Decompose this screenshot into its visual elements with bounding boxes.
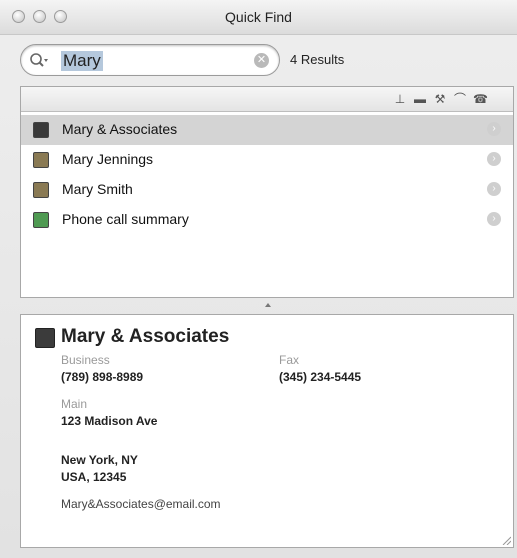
- address-line-3[interactable]: USA, 12345: [61, 470, 126, 484]
- search-icon[interactable]: [29, 52, 49, 70]
- address-line-1[interactable]: 123 Madison Ave: [61, 414, 157, 428]
- collapse-triangle-icon[interactable]: [265, 303, 271, 307]
- list-item[interactable]: Mary & Associates ›: [21, 115, 513, 145]
- go-arrow-icon[interactable]: ›: [487, 122, 501, 136]
- result-label: Phone call summary: [62, 211, 189, 227]
- hat-filter-icon[interactable]: ⌒: [453, 92, 467, 106]
- business-icon: [35, 328, 55, 348]
- business-phone[interactable]: (789) 898-8989: [61, 370, 143, 384]
- person-icon: [33, 182, 49, 198]
- list-item[interactable]: Mary Smith ›: [21, 175, 513, 205]
- person-filter-icon[interactable]: ⊥: [393, 92, 407, 106]
- search-input[interactable]: Mary: [61, 51, 103, 71]
- business-filter-icon[interactable]: ▬: [413, 92, 427, 106]
- quick-find-window: Quick Find Mary ✕ 4 Results ⊥ ▬ ⚒ ⌒ ☎ Ma…: [0, 0, 517, 558]
- result-label: Mary Jennings: [62, 151, 154, 167]
- clear-search-icon[interactable]: ✕: [254, 53, 269, 68]
- window-title: Quick Find: [225, 9, 292, 25]
- go-arrow-icon[interactable]: ›: [487, 152, 501, 166]
- detail-panel: Mary & Associates Business (789) 898-898…: [20, 314, 514, 548]
- phone-filter-icon[interactable]: ☎: [473, 92, 488, 106]
- go-arrow-icon[interactable]: ›: [487, 182, 501, 196]
- resize-grip-icon[interactable]: [501, 535, 511, 545]
- phone-note-icon: [33, 212, 49, 228]
- person-icon: [33, 152, 49, 168]
- list-item[interactable]: Mary Jennings ›: [21, 145, 513, 175]
- business-icon: [33, 122, 49, 138]
- search-field[interactable]: Mary ✕: [20, 44, 280, 76]
- results-list: ⊥ ▬ ⚒ ⌒ ☎ Mary & Associates › Mary Jenni…: [20, 86, 514, 298]
- result-label: Mary Smith: [62, 181, 133, 197]
- fax-number[interactable]: (345) 234-5445: [279, 370, 361, 384]
- split-view-divider[interactable]: [20, 298, 514, 314]
- email-address[interactable]: Mary&Associates@email.com: [61, 497, 221, 511]
- go-arrow-icon[interactable]: ›: [487, 212, 501, 226]
- results-count: 4 Results: [290, 52, 345, 67]
- title-bar[interactable]: Quick Find: [0, 0, 517, 35]
- list-header: ⊥ ▬ ⚒ ⌒ ☎: [21, 87, 513, 112]
- fax-label: Fax: [279, 353, 300, 367]
- result-label: Mary & Associates: [62, 121, 178, 137]
- address-line-2[interactable]: New York, NY: [61, 453, 138, 467]
- detail-name: Mary & Associates: [61, 326, 230, 347]
- business-label: Business: [61, 353, 110, 367]
- list-item[interactable]: Phone call summary ›: [21, 205, 513, 235]
- tools-filter-icon[interactable]: ⚒: [433, 92, 447, 106]
- main-label: Main: [61, 397, 88, 411]
